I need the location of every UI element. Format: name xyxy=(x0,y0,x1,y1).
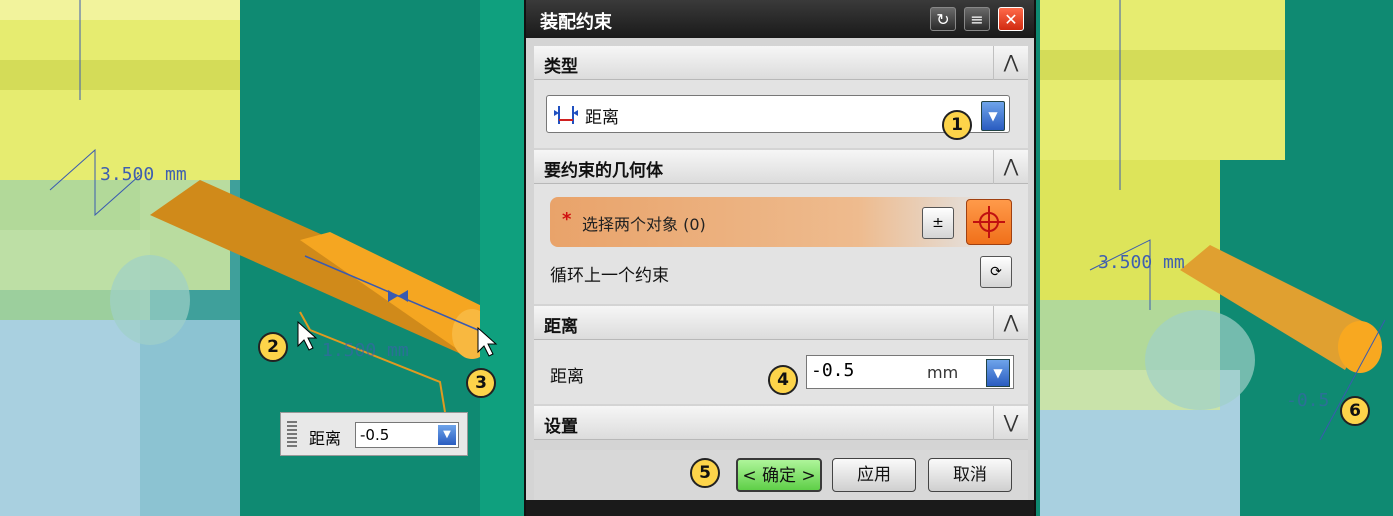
drag-handle[interactable] xyxy=(287,421,297,447)
constraint-type-value: 距离 xyxy=(585,108,619,128)
add-object-button[interactable]: ± xyxy=(922,207,954,239)
cycle-constraint-button[interactable]: ⟳ xyxy=(980,256,1012,288)
add-icon: ± xyxy=(932,215,944,231)
reset-button[interactable]: ↻ xyxy=(930,7,956,31)
constraint-type-select[interactable]: 距离 ▼ xyxy=(546,95,1010,133)
crosshair-icon xyxy=(973,206,1005,238)
floating-distance-value: -0.5 xyxy=(360,426,390,444)
menu-button[interactable]: ≡ xyxy=(964,7,990,31)
callout-6: 6 xyxy=(1340,396,1370,426)
callout-3: 3 xyxy=(466,368,496,398)
floating-distance-widget: 距离 -0.5 ▼ xyxy=(280,412,468,456)
section-geometry-label: 要约束的几何体 xyxy=(544,161,663,181)
select-objects-label: 选择两个对象 (0) xyxy=(582,215,706,234)
dialog-title: 装配约束 xyxy=(540,12,612,33)
chevron-down-icon[interactable]: ▼ xyxy=(981,101,1005,131)
floating-distance-label: 距离 xyxy=(309,429,342,448)
dimension-label-top-right: 3.500 mm xyxy=(1098,252,1185,273)
callout-2: 2 xyxy=(258,332,288,362)
chevron-down-icon[interactable]: ▼ xyxy=(986,359,1010,387)
ok-button[interactable]: < 确定 > xyxy=(736,458,822,492)
section-distance-label: 距离 xyxy=(544,317,578,337)
dialog-titlebar[interactable]: 装配约束 ↻ ≡ ✕ xyxy=(526,0,1034,38)
chevron-down-icon[interactable]: ▼ xyxy=(438,425,456,445)
dimension-label-bottom-right: -0.5 xyxy=(1286,390,1330,411)
section-distance-header[interactable]: 距离 ⋀ xyxy=(534,306,1028,340)
required-marker: * xyxy=(562,209,572,230)
assembly-constraint-dialog: 装配约束 ↻ ≡ ✕ 类型 ⋀ 距离 ▼ 要约束的几何体 ⋀ * 选择两个对象 … xyxy=(524,0,1036,516)
cursor-icon xyxy=(297,320,318,351)
apply-button[interactable]: 应用 xyxy=(832,458,916,492)
distance-unit: mm xyxy=(927,363,959,382)
dimension-label-bottom-left: 1.500 mm xyxy=(322,340,409,361)
distance-input[interactable]: -0.5 mm ▼ xyxy=(806,355,1014,389)
chevron-down-icon[interactable]: ⋁ xyxy=(993,406,1028,440)
section-settings-header[interactable]: 设置 ⋁ xyxy=(534,406,1028,440)
callout-4: 4 xyxy=(768,365,798,395)
section-type-label: 类型 xyxy=(544,57,578,77)
section-geometry-header[interactable]: 要约束的几何体 ⋀ xyxy=(534,150,1028,184)
callout-1: 1 xyxy=(942,110,972,140)
distance-constraint-icon xyxy=(554,106,578,124)
close-button[interactable]: ✕ xyxy=(998,7,1024,31)
cancel-button[interactable]: 取消 xyxy=(928,458,1012,492)
close-icon: ✕ xyxy=(1004,10,1018,29)
chevron-up-icon[interactable]: ⋀ xyxy=(993,150,1028,184)
callout-5: 5 xyxy=(690,458,720,488)
floating-distance-input[interactable]: -0.5 ▼ xyxy=(355,422,459,448)
chevron-up-icon[interactable]: ⋀ xyxy=(993,46,1028,80)
cycle-constraint-label: 循环上一个约束 xyxy=(550,266,669,286)
section-settings-label: 设置 xyxy=(544,417,578,437)
menu-icon: ≡ xyxy=(970,10,984,29)
dialog-bottom-bar xyxy=(526,500,1034,516)
select-crosshair-button[interactable] xyxy=(966,199,1012,245)
cycle-icon: ⟳ xyxy=(990,264,1002,280)
cursor-icon xyxy=(477,326,498,357)
distance-value: -0.5 xyxy=(811,360,855,381)
dimension-label-top-left: 3.500 mm xyxy=(100,164,187,185)
reset-icon: ↻ xyxy=(936,10,950,29)
distance-field-label: 距离 xyxy=(550,367,584,387)
section-type-header[interactable]: 类型 ⋀ xyxy=(534,46,1028,80)
chevron-up-icon[interactable]: ⋀ xyxy=(993,306,1028,340)
